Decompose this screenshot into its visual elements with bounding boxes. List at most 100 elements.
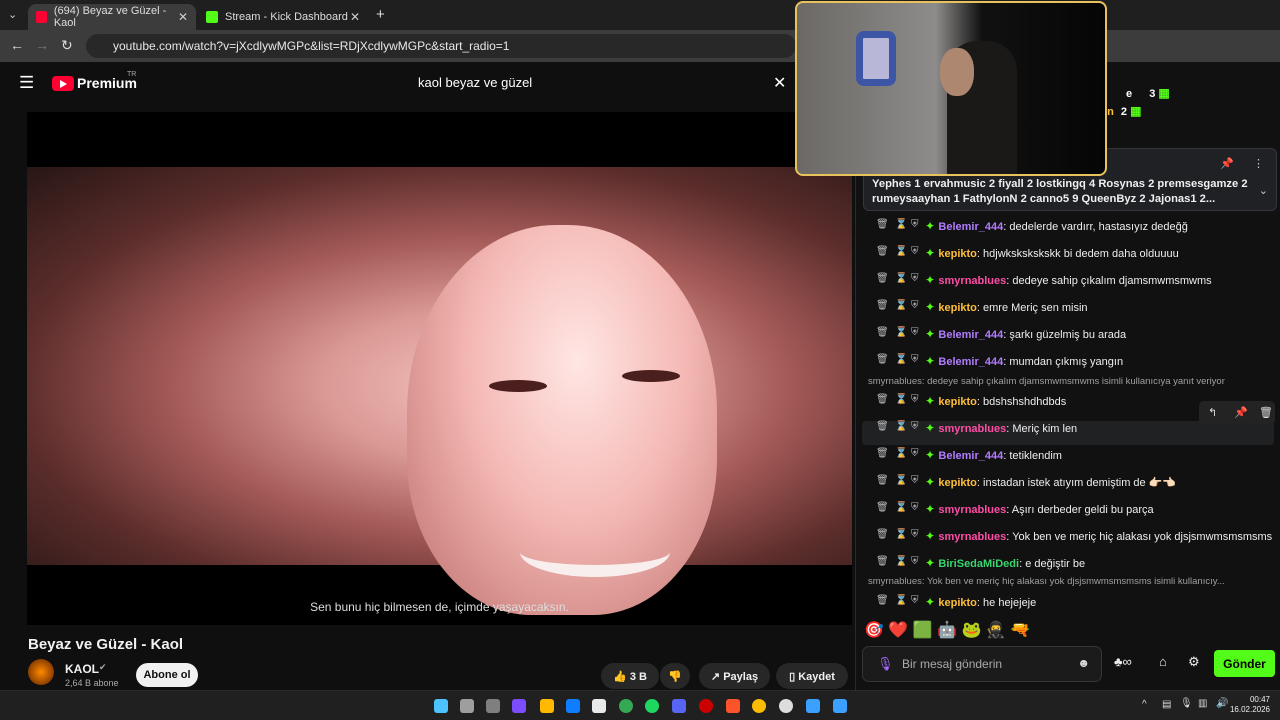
brave-icon[interactable]: [726, 699, 740, 713]
tray-chevron-icon[interactable]: ^: [1142, 699, 1147, 710]
delete-message-icon[interactable]: 🗑: [876, 394, 889, 405]
video-player[interactable]: Sen bunu hiç bilmesen de, içimde yaşayac…: [27, 112, 852, 625]
url-field[interactable]: youtube.com/watch?v=jXcdlywMGPc&list=RDj…: [86, 34, 796, 58]
close-tab-icon[interactable]: ✕: [350, 10, 360, 24]
delete-message-icon[interactable]: 🗑: [876, 448, 889, 459]
timeout-icon[interactable]: ⌛: [895, 327, 907, 338]
app-icon[interactable]: [833, 699, 847, 713]
tab-youtube[interactable]: (694) Beyaz ve Güzel - Kaol ✕: [28, 4, 196, 30]
reload-icon[interactable]: ↻: [61, 37, 73, 54]
network-icon[interactable]: ▥: [1198, 698, 1207, 709]
chat-message[interactable]: 🗑 ⌛ ⛨ ✦ kepikto: instadan istek atıyım demi…: [862, 475, 1274, 499]
delete-message-icon[interactable]: 🗑: [876, 246, 889, 257]
chat-username[interactable]: Belemir_444: [938, 221, 1003, 233]
settings-gear-icon[interactable]: ⚙: [1188, 654, 1200, 670]
back-icon[interactable]: ←: [10, 37, 24, 53]
moderator-shield-icon[interactable]: ⛨: [911, 502, 919, 513]
delete-message-icon[interactable]: 🗑: [876, 475, 889, 486]
chat-username[interactable]: smyrnablues: [938, 531, 1006, 543]
delete-message-icon[interactable]: 🗑: [876, 219, 889, 230]
subscribe-button[interactable]: Abone ol: [136, 663, 198, 687]
chat-username[interactable]: Belemir_444: [938, 450, 1003, 462]
moderator-shield-icon[interactable]: ⛨: [911, 475, 919, 486]
timeout-icon[interactable]: ⌛: [895, 502, 907, 513]
send-button[interactable]: Gönder: [1214, 650, 1275, 677]
timeout-icon[interactable]: ⌛: [895, 448, 907, 459]
rewards-icon[interactable]: ♣∞: [1114, 654, 1132, 669]
save-button[interactable]: ▯ Kaydet: [776, 663, 848, 689]
delete-message-icon[interactable]: 🗑: [876, 595, 889, 606]
chat-username[interactable]: Belemir_444: [938, 356, 1003, 368]
discord-icon[interactable]: [672, 699, 686, 713]
search-input[interactable]: kaol beyaz ve güzel: [406, 68, 798, 98]
volume-icon[interactable]: 🔊: [1216, 698, 1228, 709]
app-icon[interactable]: [806, 699, 820, 713]
emoji-icon[interactable]: ☻: [1077, 656, 1090, 670]
delete-icon[interactable]: 🗑: [1259, 406, 1273, 419]
microphone-icon[interactable]: 🎙: [877, 656, 894, 672]
timeout-icon[interactable]: ⌛: [895, 421, 907, 432]
delete-message-icon[interactable]: 🗑: [876, 273, 889, 284]
clear-search-icon[interactable]: ✕: [773, 73, 786, 93]
language-icon[interactable]: ▤: [1162, 699, 1171, 710]
chat-username[interactable]: kepikto: [938, 477, 977, 489]
moderator-shield-icon[interactable]: ⛨: [911, 421, 919, 432]
emote-icon[interactable]: 🤖: [937, 622, 957, 639]
delete-message-icon[interactable]: 🗑: [876, 300, 889, 311]
delete-message-icon[interactable]: 🗑: [876, 529, 889, 540]
chat-message[interactable]: 🗑 ⌛ ⛨ ✦ smyrnablues: dedeye sahip çıkalım d…: [862, 273, 1274, 297]
moderator-shield-icon[interactable]: ⛨: [911, 300, 919, 311]
emote-icon[interactable]: 🐸: [962, 622, 982, 639]
store-app-icon[interactable]: [592, 699, 606, 713]
share-button[interactable]: ↗ Paylaş: [699, 663, 770, 689]
chat-username[interactable]: BiriSedaMiDedi: [938, 558, 1019, 570]
chat-username[interactable]: smyrnablues: [938, 504, 1006, 516]
moderator-shield-icon[interactable]: ⛨: [911, 246, 919, 257]
chat-message[interactable]: 🗑 ⌛ ⛨ ✦ kepikto: hdjwkskskskskk bi dedem da…: [862, 246, 1274, 270]
more-options-icon[interactable]: ⋮: [1253, 157, 1264, 170]
expand-icon[interactable]: ⌄: [1259, 184, 1268, 197]
tab-kick-dashboard[interactable]: Stream - Kick Dashboard ✕: [198, 4, 368, 30]
delete-message-icon[interactable]: 🗑: [876, 354, 889, 365]
new-tab-icon[interactable]: +: [376, 6, 385, 23]
emote-icon[interactable]: 🥷: [986, 622, 1006, 639]
moderator-shield-icon[interactable]: ⛨: [911, 394, 919, 405]
chrome-profile-icon[interactable]: [752, 699, 766, 713]
chat-input[interactable]: 🎙 Bir mesaj gönderin ☻: [862, 646, 1102, 682]
timeout-icon[interactable]: ⌛: [895, 273, 907, 284]
chat-message[interactable]: 🗑 ⌛ ⛨ ✦ kepikto: he hejejeje: [862, 595, 1274, 619]
emote-icon[interactable]: ❤️: [888, 622, 908, 639]
delete-message-icon[interactable]: 🗑: [876, 327, 889, 338]
channel-avatar[interactable]: [28, 659, 54, 685]
chat-username[interactable]: kepikto: [938, 302, 977, 314]
spotify-icon[interactable]: [645, 699, 659, 713]
chat-username[interactable]: Belemir_444: [938, 329, 1003, 341]
delete-message-icon[interactable]: 🗑: [876, 421, 889, 432]
store-icon[interactable]: ⌂: [1159, 654, 1167, 669]
menu-icon[interactable]: ☰: [19, 73, 34, 93]
emote-icon[interactable]: 🟩: [913, 622, 933, 639]
pin-message-icon[interactable]: 📌: [1234, 406, 1248, 419]
microphone-tray-icon[interactable]: 🎙: [1180, 698, 1193, 709]
emote-icon[interactable]: 🎯: [864, 622, 884, 639]
chat-username[interactable]: smyrnablues: [938, 423, 1006, 435]
moderator-shield-icon[interactable]: ⛨: [911, 529, 919, 540]
moderator-shield-icon[interactable]: ⛨: [911, 273, 919, 284]
task-view-icon[interactable]: [486, 699, 500, 713]
forward-icon[interactable]: →: [35, 37, 49, 53]
timeout-icon[interactable]: ⌛: [895, 529, 907, 540]
timeout-icon[interactable]: ⌛: [895, 556, 907, 567]
dislike-button[interactable]: 👎: [660, 663, 690, 689]
chat-message[interactable]: 🗑 ⌛ ⛨ ✦ Belemir_444: dedelerde vardırr, has…: [862, 219, 1274, 243]
timeout-icon[interactable]: ⌛: [895, 300, 907, 311]
obs-icon[interactable]: [779, 699, 793, 713]
channel-name[interactable]: KAOL: [65, 662, 99, 676]
edge-icon[interactable]: [566, 699, 580, 713]
tab-search-icon[interactable]: ⌄: [8, 8, 17, 21]
timeout-icon[interactable]: ⌛: [895, 595, 907, 606]
pin-icon[interactable]: 📌: [1220, 157, 1234, 170]
moderator-shield-icon[interactable]: ⛨: [911, 354, 919, 365]
moderator-shield-icon[interactable]: ⛨: [911, 219, 919, 230]
chat-username[interactable]: kepikto: [938, 597, 977, 609]
windows-start-icon[interactable]: [434, 699, 448, 713]
